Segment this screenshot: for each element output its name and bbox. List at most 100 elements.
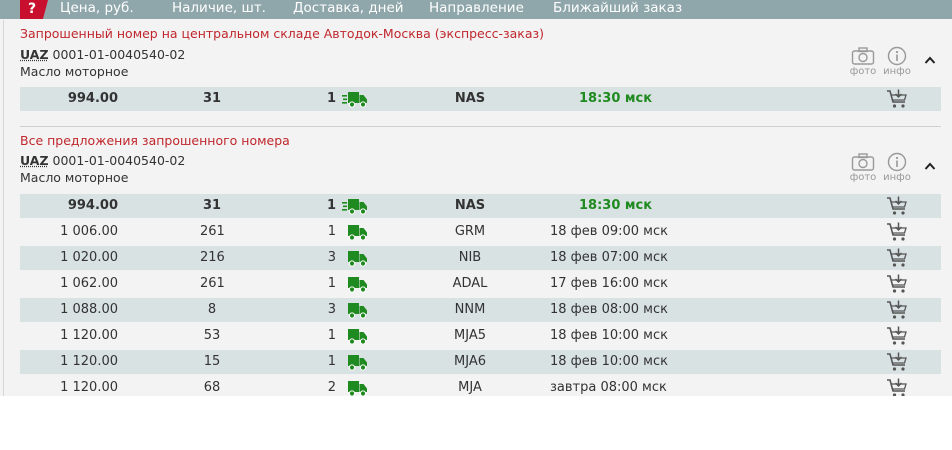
offer-row[interactable]: 1 120.00 68 2 MJA завтра 08:00 мск [20, 376, 941, 396]
all-offers-photo-button[interactable]: фото [848, 152, 878, 183]
offer-stock: 53 [203, 328, 221, 343]
offer-stock: 261 [200, 224, 225, 239]
offer-nearest-order: 17 фев 16:00 мск [550, 276, 668, 291]
offer-delivery-days: 1 [327, 354, 336, 369]
requested-brand[interactable]: UAZ [20, 47, 49, 62]
header-nearest-order[interactable]: Ближайший заказ [553, 0, 682, 19]
add-to-cart-icon[interactable] [886, 196, 908, 216]
section-divider [20, 126, 941, 127]
offer-stock: 15 [203, 354, 221, 369]
camera-icon [851, 153, 875, 171]
offer-nearest-order: 18 фев 10:00 мск [550, 328, 668, 343]
all-offers-number: 0001-01-0040540-02 [52, 153, 186, 168]
truck-icon [348, 355, 367, 371]
all-offers-section-title: Все предложения запрошенного номера [20, 133, 290, 148]
offer-row[interactable]: 1 120.00 15 1 MJA6 18 фев 10:00 мск [20, 350, 941, 374]
requested-photo-button[interactable]: фото [848, 46, 878, 77]
header-price[interactable]: Цена, руб. [60, 0, 134, 19]
offer-nearest-order: завтра 08:00 мск [550, 380, 667, 395]
offer-nearest-order: 18 фев 07:00 мск [550, 250, 668, 265]
info-icon [887, 46, 907, 66]
offer-delivery-days: 3 [327, 302, 336, 317]
add-to-cart-button[interactable] [886, 378, 908, 396]
info-label: инфо [883, 172, 911, 183]
offer-row[interactable]: 994.00 31 1 NAS 18:30 мск [20, 87, 941, 111]
add-to-cart-icon[interactable] [886, 300, 908, 320]
offer-nearest-order: 18 фев 09:00 мск [550, 224, 668, 239]
add-to-cart-icon[interactable] [886, 378, 908, 396]
offer-direction: NAS [454, 91, 486, 106]
offer-stock: 31 [202, 91, 222, 106]
add-to-cart-icon[interactable] [886, 222, 908, 242]
offer-price: 1 006.00 [60, 224, 118, 239]
offer-stock: 261 [200, 276, 225, 291]
offer-price: 994.00 [67, 91, 118, 106]
offer-delivery-days: 1 [327, 328, 336, 343]
table-header: ? Цена, руб. Наличие, шт. Доставка, дней… [0, 0, 952, 19]
add-to-cart-icon[interactable] [886, 352, 908, 372]
header-direction[interactable]: Направление [429, 0, 524, 19]
all-offers-info-button[interactable]: инфо [882, 152, 912, 183]
all-offers-description: Масло моторное [20, 170, 129, 185]
offer-row[interactable]: 1 120.00 53 1 MJA5 18 фев 10:00 мск [20, 324, 941, 348]
offer-delivery-days: 1 [326, 91, 336, 106]
photo-label: фото [849, 66, 877, 77]
add-to-cart-icon[interactable] [886, 89, 908, 109]
offer-direction: MJA6 [454, 354, 486, 369]
add-to-cart-icon[interactable] [886, 248, 908, 268]
collapse-chevron-icon[interactable] [924, 160, 936, 174]
truck-icon [348, 225, 367, 241]
offer-price: 1 020.00 [60, 250, 118, 265]
all-offers-brand[interactable]: UAZ [20, 153, 49, 168]
offer-row[interactable]: 1 020.00 216 3 NIB 18 фев 07:00 мск [20, 246, 941, 270]
help-badge[interactable]: ? [20, 0, 48, 19]
offer-price: 1 088.00 [60, 302, 118, 317]
truck-icon [348, 277, 367, 293]
offer-row[interactable]: 994.00 31 1 NAS 18:30 мск [20, 194, 941, 218]
offer-delivery-days: 3 [327, 250, 336, 265]
truck-icon [348, 303, 367, 319]
all-offers-part-number: UAZ 0001-01-0040540-02 [20, 153, 185, 168]
offer-row[interactable]: 1 062.00 261 1 ADAL 17 фев 16:00 мск [20, 272, 941, 296]
requested-info-button[interactable]: инфо [882, 46, 912, 77]
results-panel: ? Цена, руб. Наличие, шт. Доставка, дней… [0, 0, 952, 396]
requested-number: 0001-01-0040540-02 [52, 47, 186, 62]
offer-stock: 68 [203, 380, 221, 395]
offer-delivery-days: 1 [327, 276, 336, 291]
requested-description: Масло моторное [20, 64, 129, 79]
collapse-chevron-icon[interactable] [924, 54, 936, 68]
offer-price: 1 062.00 [60, 276, 118, 291]
requested-part-number: UAZ 0001-01-0040540-02 [20, 47, 185, 62]
offer-row[interactable]: 1 088.00 8 3 NNM 18 фев 08:00 мск [20, 298, 941, 322]
delivery-truck [342, 380, 368, 396]
header-stock[interactable]: Наличие, шт. [172, 0, 266, 19]
header-delivery[interactable]: Доставка, дней [293, 0, 404, 19]
photo-label: фото [849, 172, 877, 183]
offer-direction: MJA5 [454, 328, 486, 343]
offer-stock: 8 [207, 302, 217, 317]
add-to-cart-icon[interactable] [886, 274, 908, 294]
offer-direction: NIB [458, 250, 482, 265]
requested-section-title: Запрошенный номер на центральном складе … [20, 26, 545, 41]
offer-nearest-order: 18 фев 08:00 мск [550, 302, 668, 317]
offer-nearest-order: 18:30 мск [579, 198, 653, 213]
camera-icon [851, 47, 875, 65]
offer-delivery-days: 2 [327, 380, 336, 395]
offer-price: 1 120.00 [60, 328, 118, 343]
offer-delivery-days: 1 [327, 224, 336, 239]
offer-direction: ADAL [452, 276, 488, 291]
add-to-cart-icon[interactable] [886, 326, 908, 346]
express-truck-icon [342, 92, 367, 108]
offer-direction: NNM [454, 302, 486, 317]
info-label: инфо [883, 66, 911, 77]
offer-direction: GRM [454, 224, 486, 239]
offer-nearest-order: 18:30 мск [579, 91, 653, 106]
add-to-cart-button[interactable] [886, 89, 908, 118]
offer-row[interactable]: 1 006.00 261 1 GRM 18 фев 09:00 мск [20, 220, 941, 244]
offer-stock: 216 [200, 250, 225, 265]
offer-price: 1 120.00 [60, 354, 118, 369]
offer-delivery-days: 1 [326, 198, 336, 213]
offer-stock: 31 [202, 198, 222, 213]
offer-direction: MJA [458, 380, 482, 395]
truck-icon [348, 329, 367, 345]
